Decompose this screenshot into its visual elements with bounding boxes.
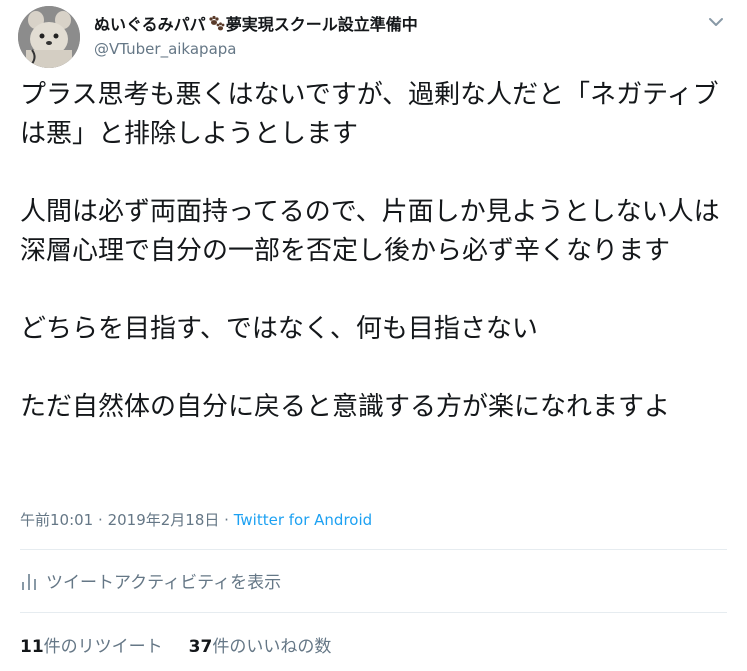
tweet-paragraph: ただ自然体の自分に戻ると意識する方が楽になれますよ bbox=[20, 392, 671, 422]
divider bbox=[20, 549, 727, 550]
tweet-paragraph: プラス思考も悪くはないですが、過剰な人だと「ネガティブは悪」と排除しようとします bbox=[20, 80, 719, 149]
avatar[interactable] bbox=[18, 6, 80, 68]
divider bbox=[20, 612, 727, 613]
user-handle[interactable]: @VTuber_aikapapa bbox=[94, 40, 236, 58]
tweet-text: プラス思考も悪くはないですが、過剰な人だと「ネガティブは悪」と排除しようとします… bbox=[20, 76, 732, 427]
tweet-stats: 11件のリツイート 37件のいいねの数 bbox=[20, 632, 331, 657]
chevron-down-icon[interactable] bbox=[706, 14, 726, 30]
likes-count: 37 bbox=[188, 637, 213, 657]
tweet-date[interactable]: 2019年2月18日 bbox=[108, 511, 220, 529]
likes-stat[interactable]: 37件のいいねの数 bbox=[189, 632, 332, 657]
retweets-count: 11 bbox=[20, 637, 44, 657]
meta-separator: · bbox=[98, 511, 103, 529]
display-name-text: ぬいぐるみパパ bbox=[94, 15, 206, 34]
tweet-source-link[interactable]: Twitter for Android bbox=[234, 511, 372, 529]
tweet-paragraph: 人間は必ず両面持ってるので、片面しか見ようとしない人は深層心理で自分の一部を否定… bbox=[20, 197, 720, 266]
display-name-suffix: 夢実現スクール設立準備中 bbox=[225, 15, 418, 34]
paw-prints-icon bbox=[209, 15, 225, 31]
meta-separator: · bbox=[224, 511, 229, 529]
retweets-label: 件のリツイート bbox=[43, 637, 163, 657]
tweet-card: ぬいぐるみパパ 夢実現スクール設立準備中 @VTuber_aikapapa プラ… bbox=[0, 0, 747, 671]
retweets-stat[interactable]: 11件のリツイート bbox=[20, 632, 163, 657]
bar-chart-icon bbox=[22, 573, 36, 590]
tweet-activity-link[interactable]: ツイートアクティビティを表示 bbox=[20, 568, 281, 593]
display-name[interactable]: ぬいぐるみパパ 夢実現スクール設立準備中 bbox=[94, 11, 418, 35]
tweet-activity-label: ツイートアクティビティを表示 bbox=[46, 573, 282, 593]
tweet-paragraph: どちらを目指す、ではなく、何も目指さない bbox=[20, 314, 538, 344]
tweet-time[interactable]: 午前10:01 bbox=[20, 511, 93, 529]
tweet-metadata: 午前10:01 · 2019年2月18日 · Twitter for Andro… bbox=[20, 509, 372, 530]
likes-label: 件のいいねの数 bbox=[212, 637, 332, 657]
